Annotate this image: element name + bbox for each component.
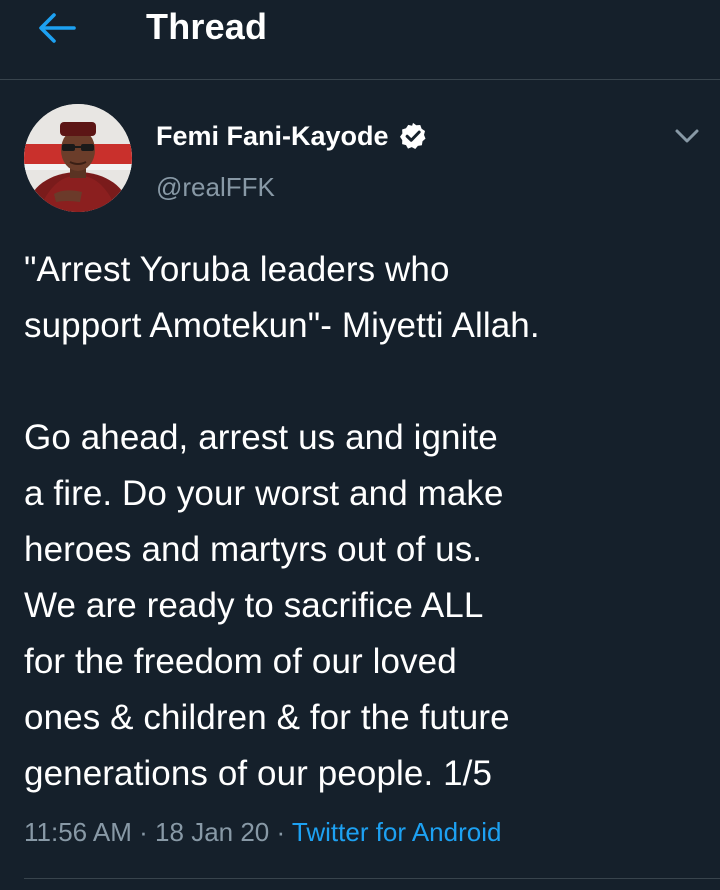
back-button[interactable]: [34, 10, 78, 46]
verified-badge-icon: [398, 121, 428, 151]
tweet-paragraph-1: "Arrest Yoruba leaders who support Amote…: [24, 250, 540, 345]
arrow-left-icon: [34, 10, 78, 46]
author-handle[interactable]: @realFFK: [156, 170, 275, 204]
author-name-row[interactable]: Femi Fani-Kayode: [156, 118, 428, 154]
tweet-source-link[interactable]: Twitter for Android: [292, 817, 502, 847]
chevron-down-icon: [670, 122, 704, 150]
divider: [24, 878, 720, 879]
meta-separator: ·: [269, 817, 292, 847]
tweet-options-button[interactable]: [670, 122, 704, 150]
tweet-text: "Arrest Yoruba leaders who support Amote…: [24, 242, 704, 802]
tweet-author-header: Femi Fani-Kayode @realFFK: [0, 100, 720, 220]
author-display-name[interactable]: Femi Fani-Kayode: [156, 118, 389, 154]
meta-separator: ·: [131, 817, 156, 847]
tweet-date: 18 Jan 20: [155, 817, 270, 847]
tweet-metadata: 11:56 AM · 18 Jan 20 · Twitter for Andro…: [24, 814, 501, 850]
tweet-paragraph-2: Go ahead, arrest us and ignite a fire. D…: [24, 418, 510, 793]
page-title: Thread: [146, 6, 268, 47]
tweet-time: 11:56 AM: [24, 817, 132, 847]
top-app-bar: Thread: [0, 0, 720, 80]
avatar[interactable]: [24, 104, 132, 212]
